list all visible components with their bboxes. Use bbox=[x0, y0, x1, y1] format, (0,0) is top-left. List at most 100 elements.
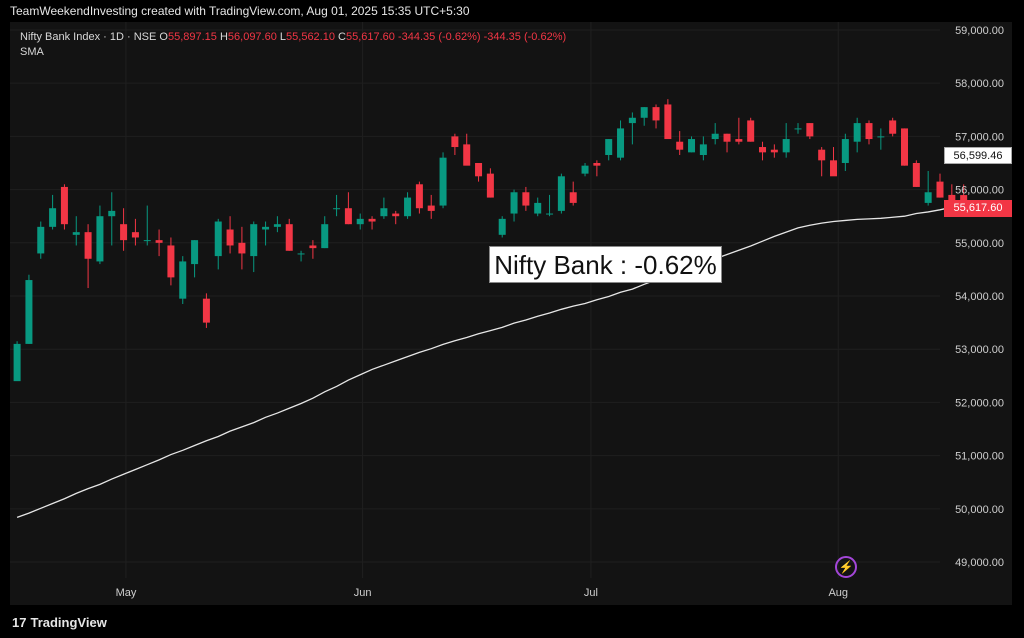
close-label: C bbox=[338, 31, 346, 43]
candle bbox=[333, 194, 341, 217]
candle-body bbox=[25, 280, 33, 344]
y-tick-label: 59,000.00 bbox=[955, 25, 1004, 37]
candle bbox=[344, 192, 352, 225]
candle-body bbox=[427, 205, 435, 211]
candle-body bbox=[486, 173, 494, 198]
candle bbox=[273, 216, 281, 233]
y-tick-label: 49,000.00 bbox=[955, 557, 1004, 569]
candle-body bbox=[924, 192, 932, 203]
candle bbox=[759, 141, 767, 161]
candle bbox=[782, 123, 790, 158]
candle-body bbox=[37, 226, 45, 254]
candle-body bbox=[912, 162, 920, 187]
x-tick-label: Jul bbox=[584, 587, 598, 599]
candle bbox=[262, 221, 270, 246]
candle-body bbox=[640, 107, 648, 118]
candle-body bbox=[936, 181, 944, 198]
candle-body bbox=[688, 139, 696, 153]
candle-body bbox=[297, 253, 305, 255]
candle-body bbox=[889, 120, 897, 134]
candle bbox=[96, 205, 104, 265]
candle bbox=[912, 160, 920, 187]
candle-body bbox=[344, 208, 352, 225]
candle bbox=[108, 192, 116, 246]
candle bbox=[936, 173, 944, 198]
candle bbox=[143, 205, 151, 246]
candle-body bbox=[60, 186, 68, 225]
candle-body bbox=[49, 208, 57, 227]
candle bbox=[167, 237, 175, 286]
candle bbox=[13, 341, 21, 382]
candle bbox=[84, 224, 92, 289]
x-tick-label: Jun bbox=[354, 587, 372, 599]
candle-body bbox=[131, 232, 139, 238]
candle bbox=[285, 218, 293, 251]
candle-body bbox=[143, 240, 151, 242]
candle-body bbox=[214, 221, 222, 257]
candle-body bbox=[676, 141, 684, 150]
candle-body bbox=[652, 107, 660, 121]
candle-body bbox=[179, 261, 187, 299]
indicator-label[interactable]: SMA bbox=[20, 45, 566, 60]
candle-body bbox=[617, 128, 625, 158]
candle-body bbox=[392, 213, 400, 217]
candle-body bbox=[794, 128, 802, 130]
candle bbox=[404, 192, 412, 219]
candle bbox=[794, 123, 802, 134]
candle-body bbox=[262, 226, 270, 230]
candle-body bbox=[309, 245, 317, 249]
symbol-name[interactable]: Nifty Bank Index · 1D · NSE bbox=[20, 31, 156, 43]
brand-name: TradingView bbox=[30, 615, 107, 630]
candle bbox=[214, 218, 222, 270]
candle bbox=[628, 112, 636, 145]
candle bbox=[877, 128, 885, 150]
candle-body bbox=[593, 162, 601, 166]
candle-body bbox=[853, 123, 861, 142]
high-label: H bbox=[219, 31, 228, 43]
candle-body bbox=[605, 139, 613, 156]
candle-body bbox=[238, 242, 246, 254]
candle bbox=[676, 131, 684, 156]
candle bbox=[415, 181, 423, 214]
candle-body bbox=[569, 192, 577, 203]
footer-bar: 17 TradingView bbox=[0, 605, 1024, 638]
chart-legend: Nifty Bank Index · 1D · NSE O55,897.15 H… bbox=[20, 30, 566, 60]
lightning-icon[interactable]: ⚡ bbox=[835, 556, 857, 578]
candle-body bbox=[250, 224, 258, 257]
candle bbox=[155, 229, 163, 257]
candle bbox=[451, 133, 459, 156]
candle-body bbox=[155, 240, 163, 243]
change-value: -344.35 (-0.62%) bbox=[397, 31, 481, 43]
candle-body bbox=[498, 218, 506, 235]
y-tick-label: 53,000.00 bbox=[955, 344, 1004, 356]
candle-body bbox=[273, 224, 281, 227]
candle-body bbox=[735, 139, 743, 142]
candle bbox=[723, 133, 731, 153]
candle bbox=[191, 240, 199, 278]
candle-body bbox=[380, 208, 388, 217]
candle bbox=[321, 216, 329, 249]
tradingview-brand[interactable]: 17 TradingView bbox=[12, 615, 107, 630]
candle bbox=[546, 194, 554, 217]
candle bbox=[581, 162, 589, 177]
candle-body bbox=[404, 197, 412, 217]
candle bbox=[664, 99, 672, 140]
candle bbox=[735, 117, 743, 145]
candle-body bbox=[368, 218, 376, 222]
tradingview-logo-icon: 17 bbox=[12, 615, 27, 630]
candle bbox=[297, 250, 305, 262]
candle bbox=[688, 136, 696, 153]
y-tick-label: 55,000.00 bbox=[955, 238, 1004, 250]
candle-body bbox=[108, 210, 116, 217]
low-value: 55,562.10 bbox=[286, 31, 335, 43]
candle bbox=[60, 184, 68, 230]
high-value: 56,097.60 bbox=[227, 31, 277, 43]
candle-body bbox=[226, 229, 234, 246]
candle-body bbox=[806, 123, 814, 137]
annotation-box: Nifty Bank : -0.62% bbox=[489, 246, 722, 283]
candle-body bbox=[901, 128, 909, 166]
candle-body bbox=[439, 157, 447, 206]
candle-body bbox=[191, 240, 199, 265]
price-chart[interactable]: 49,000.00 50,000.00 51,000.00 52,000.00 53,0… bbox=[0, 0, 1024, 638]
candle-body bbox=[557, 176, 565, 211]
